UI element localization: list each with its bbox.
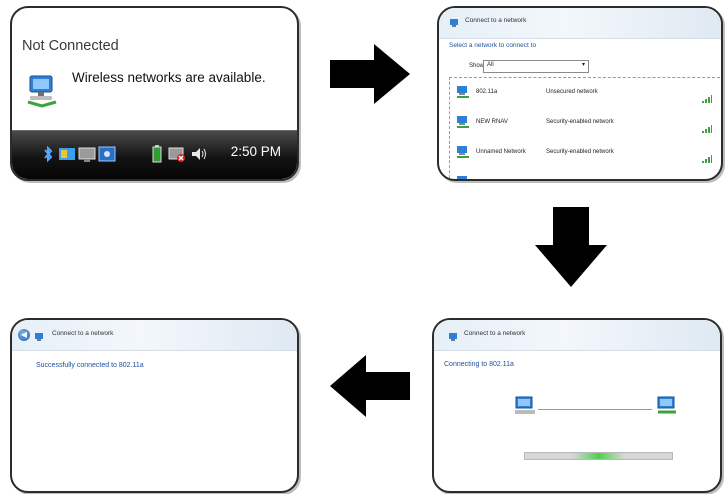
network-disconnected-icon[interactable] xyxy=(168,145,186,163)
window-title: Connect to a network xyxy=(464,330,526,337)
window-titlebar: ◀ Connect to a network xyxy=(12,320,297,351)
connection-line xyxy=(538,409,652,410)
progress-glow xyxy=(573,453,624,459)
balloon-message: Wireless networks are available. xyxy=(72,70,266,85)
computer-icon xyxy=(656,396,678,421)
connection-progress-bar xyxy=(524,452,673,460)
network-list-item[interactable]: Unnamed Network Security-enabled network xyxy=(450,138,720,168)
window-title: Connect to a network xyxy=(52,330,114,337)
arrow-down-icon xyxy=(535,207,607,287)
window-titlebar: Connect to a network xyxy=(434,320,720,351)
signal-bars-icon xyxy=(702,150,712,168)
network-icon xyxy=(456,85,470,99)
select-network-window: Connect to a network Select a network to… xyxy=(437,6,723,181)
network-icon xyxy=(456,175,470,179)
connection-success-window: ◀ Connect to a network Successfully conn… xyxy=(10,318,299,493)
network-security: Unsecured network xyxy=(546,89,598,95)
notification-balloon[interactable]: Not Connected Wireless networks are avai… xyxy=(10,6,299,181)
computer-icon xyxy=(514,396,536,421)
network-name: Unnamed Network xyxy=(476,149,526,155)
network-security: Security-enabled network xyxy=(546,119,614,125)
back-icon[interactable]: ◀ xyxy=(18,329,30,341)
window-titlebar: Connect to a network xyxy=(439,8,721,39)
network-list-item[interactable]: NEW RNAV Security-enabled network xyxy=(450,108,720,138)
show-dropdown[interactable]: All ▾ xyxy=(483,60,589,73)
network-icon xyxy=(449,15,459,33)
balloon-title: Not Connected xyxy=(22,38,119,54)
network-icon xyxy=(456,115,470,129)
volume-icon[interactable] xyxy=(190,145,208,163)
network-name: NEW RNAV xyxy=(476,119,508,125)
bluetooth-icon[interactable] xyxy=(42,145,54,163)
network-tray-icon[interactable] xyxy=(58,145,76,163)
connection-status-text: Successfully connected to 802.11a xyxy=(36,362,144,369)
select-network-heading: Select a network to connect to xyxy=(449,42,537,49)
app-tray-icon[interactable] xyxy=(98,145,116,163)
chevron-down-icon: ▾ xyxy=(581,62,585,68)
taskbar: 2:50 PM xyxy=(12,130,297,179)
network-icon xyxy=(34,329,44,347)
signal-bars-icon xyxy=(702,120,712,138)
network-icon xyxy=(24,72,60,110)
show-dropdown-value: All xyxy=(487,62,494,68)
network-name: 802.11a xyxy=(476,89,498,95)
monitor-icon[interactable] xyxy=(78,145,96,163)
network-icon xyxy=(456,145,470,159)
network-list-item[interactable] xyxy=(450,168,720,179)
connection-status-text: Connecting to 802.11a xyxy=(444,361,514,368)
show-label: Show xyxy=(469,63,485,69)
connecting-window: Connect to a network Connecting to 802.1… xyxy=(432,318,722,493)
taskbar-clock[interactable]: 2:50 PM xyxy=(231,144,281,159)
arrow-right-icon xyxy=(330,44,410,104)
window-title: Connect to a network xyxy=(465,17,527,24)
arrow-left-icon xyxy=(330,355,410,417)
signal-bars-icon xyxy=(702,90,712,108)
network-list: 802.11a Unsecured network NEW RNAV Secur… xyxy=(449,77,720,179)
network-list-item[interactable]: 802.11a Unsecured network xyxy=(450,78,720,108)
network-icon xyxy=(448,329,458,347)
battery-icon[interactable] xyxy=(152,145,162,163)
network-security: Security-enabled network xyxy=(546,149,614,155)
